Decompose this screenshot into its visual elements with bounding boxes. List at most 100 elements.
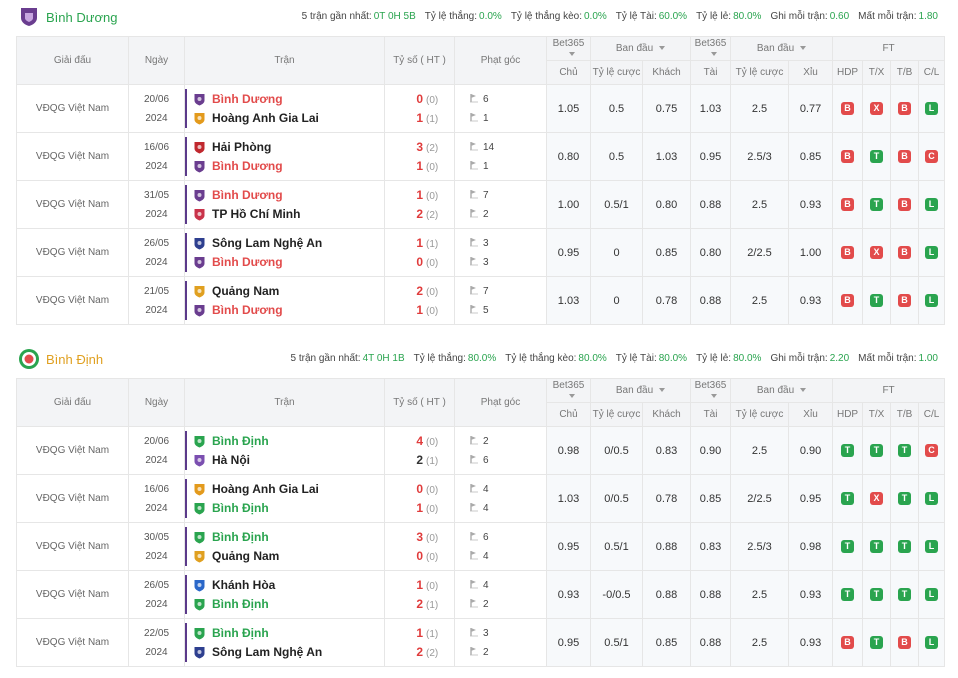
- away-team[interactable]: Bình Định: [212, 501, 269, 515]
- match-score[interactable]: 4 (0) 2 (1): [384, 426, 455, 475]
- table-row[interactable]: VĐQG Việt Nam 22/05 2024 Bình Định Sông L…: [16, 618, 946, 667]
- away-corners: 4: [483, 550, 489, 562]
- date-year: 2024: [145, 646, 168, 658]
- away-team[interactable]: Bình Dương: [212, 159, 283, 173]
- league-name[interactable]: VĐQG Việt Nam: [16, 228, 129, 277]
- league-name[interactable]: VĐQG Việt Nam: [16, 276, 129, 325]
- odds-type-select-handicap[interactable]: Ban đầu: [589, 36, 692, 61]
- table-row[interactable]: VĐQG Việt Nam 30/05 2024 Bình Định Quảng …: [16, 522, 946, 571]
- league-name[interactable]: VĐQG Việt Nam: [16, 84, 129, 133]
- result-badge: T: [870, 588, 884, 601]
- bookmaker-select-overunder[interactable]: Bet365: [690, 36, 732, 61]
- odds-type-label: Ban đầu: [756, 43, 795, 54]
- date-day: 26/05: [143, 237, 170, 249]
- odds-over: 1.03: [690, 84, 732, 133]
- header-league: Giải đấu: [16, 36, 129, 85]
- team-logo-icon: [194, 646, 205, 658]
- away-team[interactable]: Sông Lam Nghệ An: [212, 645, 322, 659]
- home-team[interactable]: Bình Định: [212, 626, 269, 640]
- away-team[interactable]: Quảng Nam: [212, 549, 279, 563]
- table-row[interactable]: VĐQG Việt Nam 16/06 2024 Hải Phòng Bình D…: [16, 132, 946, 181]
- match-score[interactable]: 1 (0) 2 (1): [384, 570, 455, 619]
- match-history-table: Giải đấu Ngày Trận Tỷ số ( HT ) Phạt góc…: [16, 378, 946, 667]
- stat-value: 2.20: [829, 353, 850, 364]
- team-logo-icon: [194, 208, 205, 220]
- team-name[interactable]: Bình Dương: [46, 10, 117, 25]
- away-team[interactable]: Hà Nội: [212, 453, 250, 467]
- bookmaker-select-handicap[interactable]: Bet365: [546, 378, 591, 403]
- home-team[interactable]: Bình Định: [212, 530, 269, 544]
- corner-flag-icon: [470, 579, 478, 588]
- odds-handicap: 0/0.5: [590, 426, 643, 475]
- table-row[interactable]: VĐQG Việt Nam 26/05 2024 Sông Lam Nghệ An…: [16, 228, 946, 277]
- odds-type-select-handicap[interactable]: Ban đầu: [589, 378, 692, 403]
- odds-line: 2.5: [730, 570, 790, 619]
- stat-value: 60.0%: [658, 11, 688, 22]
- away-corners: 1: [483, 112, 489, 124]
- match-score[interactable]: 1 (1) 2 (2): [384, 618, 455, 667]
- ft-result: B: [832, 132, 864, 181]
- odds-handicap: 0: [590, 228, 643, 277]
- away-team[interactable]: Bình Định: [212, 597, 269, 611]
- stat-value: 0T 0H 5B: [373, 11, 416, 22]
- away-team[interactable]: Bình Dương: [212, 255, 283, 269]
- home-halftime: (0): [426, 436, 439, 448]
- home-score: 1: [416, 235, 423, 250]
- match-score[interactable]: 3 (2) 1 (0): [384, 132, 455, 181]
- match-score[interactable]: 0 (0) 1 (1): [384, 84, 455, 133]
- bookmaker-label: Bet365: [694, 379, 727, 391]
- odds-type-select-overunder[interactable]: Ban đầu: [730, 378, 834, 403]
- match-score[interactable]: 0 (0) 1 (0): [384, 474, 455, 523]
- odds-under: 0.77: [788, 84, 834, 133]
- home-corners: 4: [483, 483, 489, 495]
- table-row[interactable]: VĐQG Việt Nam 20/06 2024 Bình Định Hà Nội…: [16, 426, 946, 475]
- match-score[interactable]: 2 (0) 1 (0): [384, 276, 455, 325]
- chevron-down-icon: [800, 388, 807, 392]
- table-row[interactable]: VĐQG Việt Nam 26/05 2024 Khánh Hòa Bình Đ…: [16, 570, 946, 619]
- ft-result: T: [862, 426, 892, 475]
- bookmaker-select-overunder[interactable]: Bet365: [690, 378, 732, 403]
- home-score: 2: [416, 283, 423, 298]
- home-team[interactable]: Hải Phòng: [212, 140, 271, 154]
- home-team[interactable]: Hoàng Anh Gia Lai: [212, 482, 319, 496]
- away-team[interactable]: Hoàng Anh Gia Lai: [212, 111, 319, 125]
- league-name[interactable]: VĐQG Việt Nam: [16, 618, 129, 667]
- home-score: 1: [416, 577, 423, 592]
- away-team[interactable]: TP Hồ Chí Minh: [212, 207, 300, 221]
- section-header: Bình Định 5 trận gần nhất: 4T 0H 1B Tỷ lệ t…: [16, 342, 944, 378]
- team-logo-icon: [194, 435, 205, 447]
- league-name[interactable]: VĐQG Việt Nam: [16, 132, 129, 181]
- league-name[interactable]: VĐQG Việt Nam: [16, 474, 129, 523]
- league-name[interactable]: VĐQG Việt Nam: [16, 426, 129, 475]
- result-badge: X: [870, 246, 884, 259]
- home-team[interactable]: Quảng Nam: [212, 284, 279, 298]
- home-corners: 6: [483, 531, 489, 543]
- table-row[interactable]: VĐQG Việt Nam 31/05 2024 Bình Dương TP Hồ…: [16, 180, 946, 229]
- result-badge: B: [898, 102, 912, 115]
- match-score[interactable]: 3 (0) 0 (0): [384, 522, 455, 571]
- chevron-down-icon: [710, 393, 717, 398]
- team-name[interactable]: Bình Định: [46, 352, 103, 367]
- ft-result: T: [890, 426, 920, 475]
- match-score[interactable]: 1 (1) 0 (0): [384, 228, 455, 277]
- ft-result: L: [918, 618, 946, 667]
- table-row[interactable]: VĐQG Việt Nam 20/06 2024 Bình Dương Hoàng…: [16, 84, 946, 133]
- away-team[interactable]: Bình Dương: [212, 303, 283, 317]
- away-corners: 1: [483, 160, 489, 172]
- league-name[interactable]: VĐQG Việt Nam: [16, 522, 129, 571]
- home-team[interactable]: Khánh Hòa: [212, 578, 275, 592]
- table-row[interactable]: VĐQG Việt Nam 21/05 2024 Quảng Nam Bình D…: [16, 276, 946, 325]
- stat-label: Tỷ lệ thắng:: [413, 353, 466, 364]
- result-badge: L: [925, 102, 939, 115]
- home-team[interactable]: Bình Dương: [212, 188, 283, 202]
- table-row[interactable]: VĐQG Việt Nam 16/06 2024 Hoàng Anh Gia La…: [16, 474, 946, 523]
- bookmaker-select-handicap[interactable]: Bet365: [546, 36, 591, 61]
- league-name[interactable]: VĐQG Việt Nam: [16, 180, 129, 229]
- odds-type-select-overunder[interactable]: Ban đầu: [730, 36, 834, 61]
- league-name[interactable]: VĐQG Việt Nam: [16, 570, 129, 619]
- home-team[interactable]: Bình Dương: [212, 92, 283, 106]
- match-score[interactable]: 1 (0) 2 (2): [384, 180, 455, 229]
- home-team[interactable]: Bình Định: [212, 434, 269, 448]
- home-team[interactable]: Sông Lam Nghệ An: [212, 236, 322, 250]
- date-year: 2024: [145, 256, 168, 268]
